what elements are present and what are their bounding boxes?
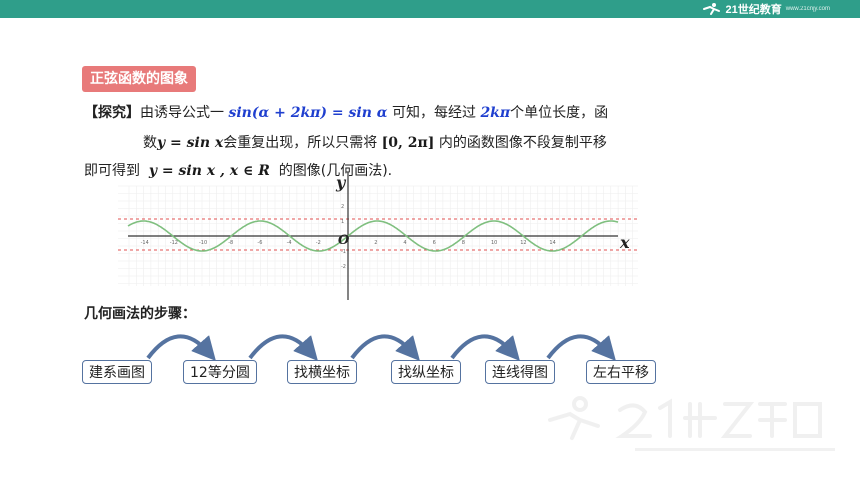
x-axis-label: x (619, 233, 630, 252)
arrow-2 (248, 334, 318, 361)
x-tick-label: -14 (141, 240, 149, 246)
steps-title: 几何画法的步骤： (84, 306, 196, 322)
step-1: 建系画图 (82, 360, 152, 384)
x-tick-label: 2 (374, 240, 377, 246)
step-6: 左右平移 (586, 360, 656, 384)
x-tick-label: -12 (170, 240, 178, 246)
arrow-1 (146, 334, 216, 361)
logo-subtext: www.21cnjy.com (785, 6, 830, 12)
formula-2kpi: 2kπ (480, 105, 511, 121)
line1-pre: 由诱导公式一 (140, 105, 224, 121)
step-2: 12等分圆 (183, 360, 257, 384)
watermark-logo-icon (548, 396, 835, 451)
y-axis-label: y (335, 173, 347, 192)
explore-line-1: 【探究】由诱导公式一 sin(α + 2kπ) = sin α 可知，每经过 2… (84, 102, 608, 122)
x-tick-label: 10 (491, 240, 497, 246)
formula-y-sinx: y = sin x (157, 135, 224, 151)
step-5: 连线得图 (485, 360, 555, 384)
x-tick-label: 4 (403, 240, 406, 246)
logo: 21世纪教育 www.21cnjy.com (700, 1, 830, 17)
x-tick-label: -8 (228, 240, 233, 246)
x-tick-label: 8 (462, 240, 465, 246)
line1-post: 个单位长度，函 (510, 105, 609, 121)
formula-interval: [0, 2π] (381, 135, 435, 151)
explore-line-2: 数y = sin x会重复出现，所以只需将 [0, 2π] 内的函数图像不段复制… (143, 132, 607, 152)
arrow-3 (350, 334, 420, 361)
sine-graph: -14 -12 -10 -8 -6 -4 -2 2 4 6 8 10 12 14 2 1 -1 -2 O x y (118, 172, 638, 300)
x-tick-label: 14 (549, 240, 555, 246)
y-tick-label: -1 (341, 249, 346, 255)
line2-mid: 会重复出现，所以只需将 (223, 135, 378, 151)
step-4: 找纵坐标 (391, 360, 461, 384)
header-bar: 21世纪教育 www.21cnjy.com (0, 0, 860, 20)
x-tick-label: -6 (257, 240, 262, 246)
runner-logo-icon (702, 3, 720, 15)
explore-label: 【探究】 (84, 105, 140, 121)
formula-sin-period: sin(α + 2kπ) = sin α (228, 105, 388, 121)
step-3: 找横坐标 (287, 360, 357, 384)
y-tick-label: -2 (341, 264, 346, 270)
arrow-5 (546, 334, 616, 361)
line1-mid: 可知，每经过 (391, 105, 476, 121)
line2-pre: 数 (143, 135, 157, 151)
y-tick-label: 2 (341, 204, 344, 210)
x-tick-label: -4 (287, 240, 292, 246)
x-tick-label: -10 (199, 240, 207, 246)
x-tick-label: 6 (433, 240, 436, 246)
arrow-4 (450, 334, 520, 361)
line2-post: 内的函数图像不段复制平移 (438, 135, 607, 151)
origin-label: O (338, 233, 350, 248)
y-tick-label: 1 (341, 219, 344, 225)
page-title: 正弦函数的图象 (82, 66, 196, 92)
x-tick-label: 12 (520, 240, 526, 246)
logo-text: 21世纪教育 (725, 4, 782, 16)
x-tick-label: -2 (316, 240, 321, 246)
